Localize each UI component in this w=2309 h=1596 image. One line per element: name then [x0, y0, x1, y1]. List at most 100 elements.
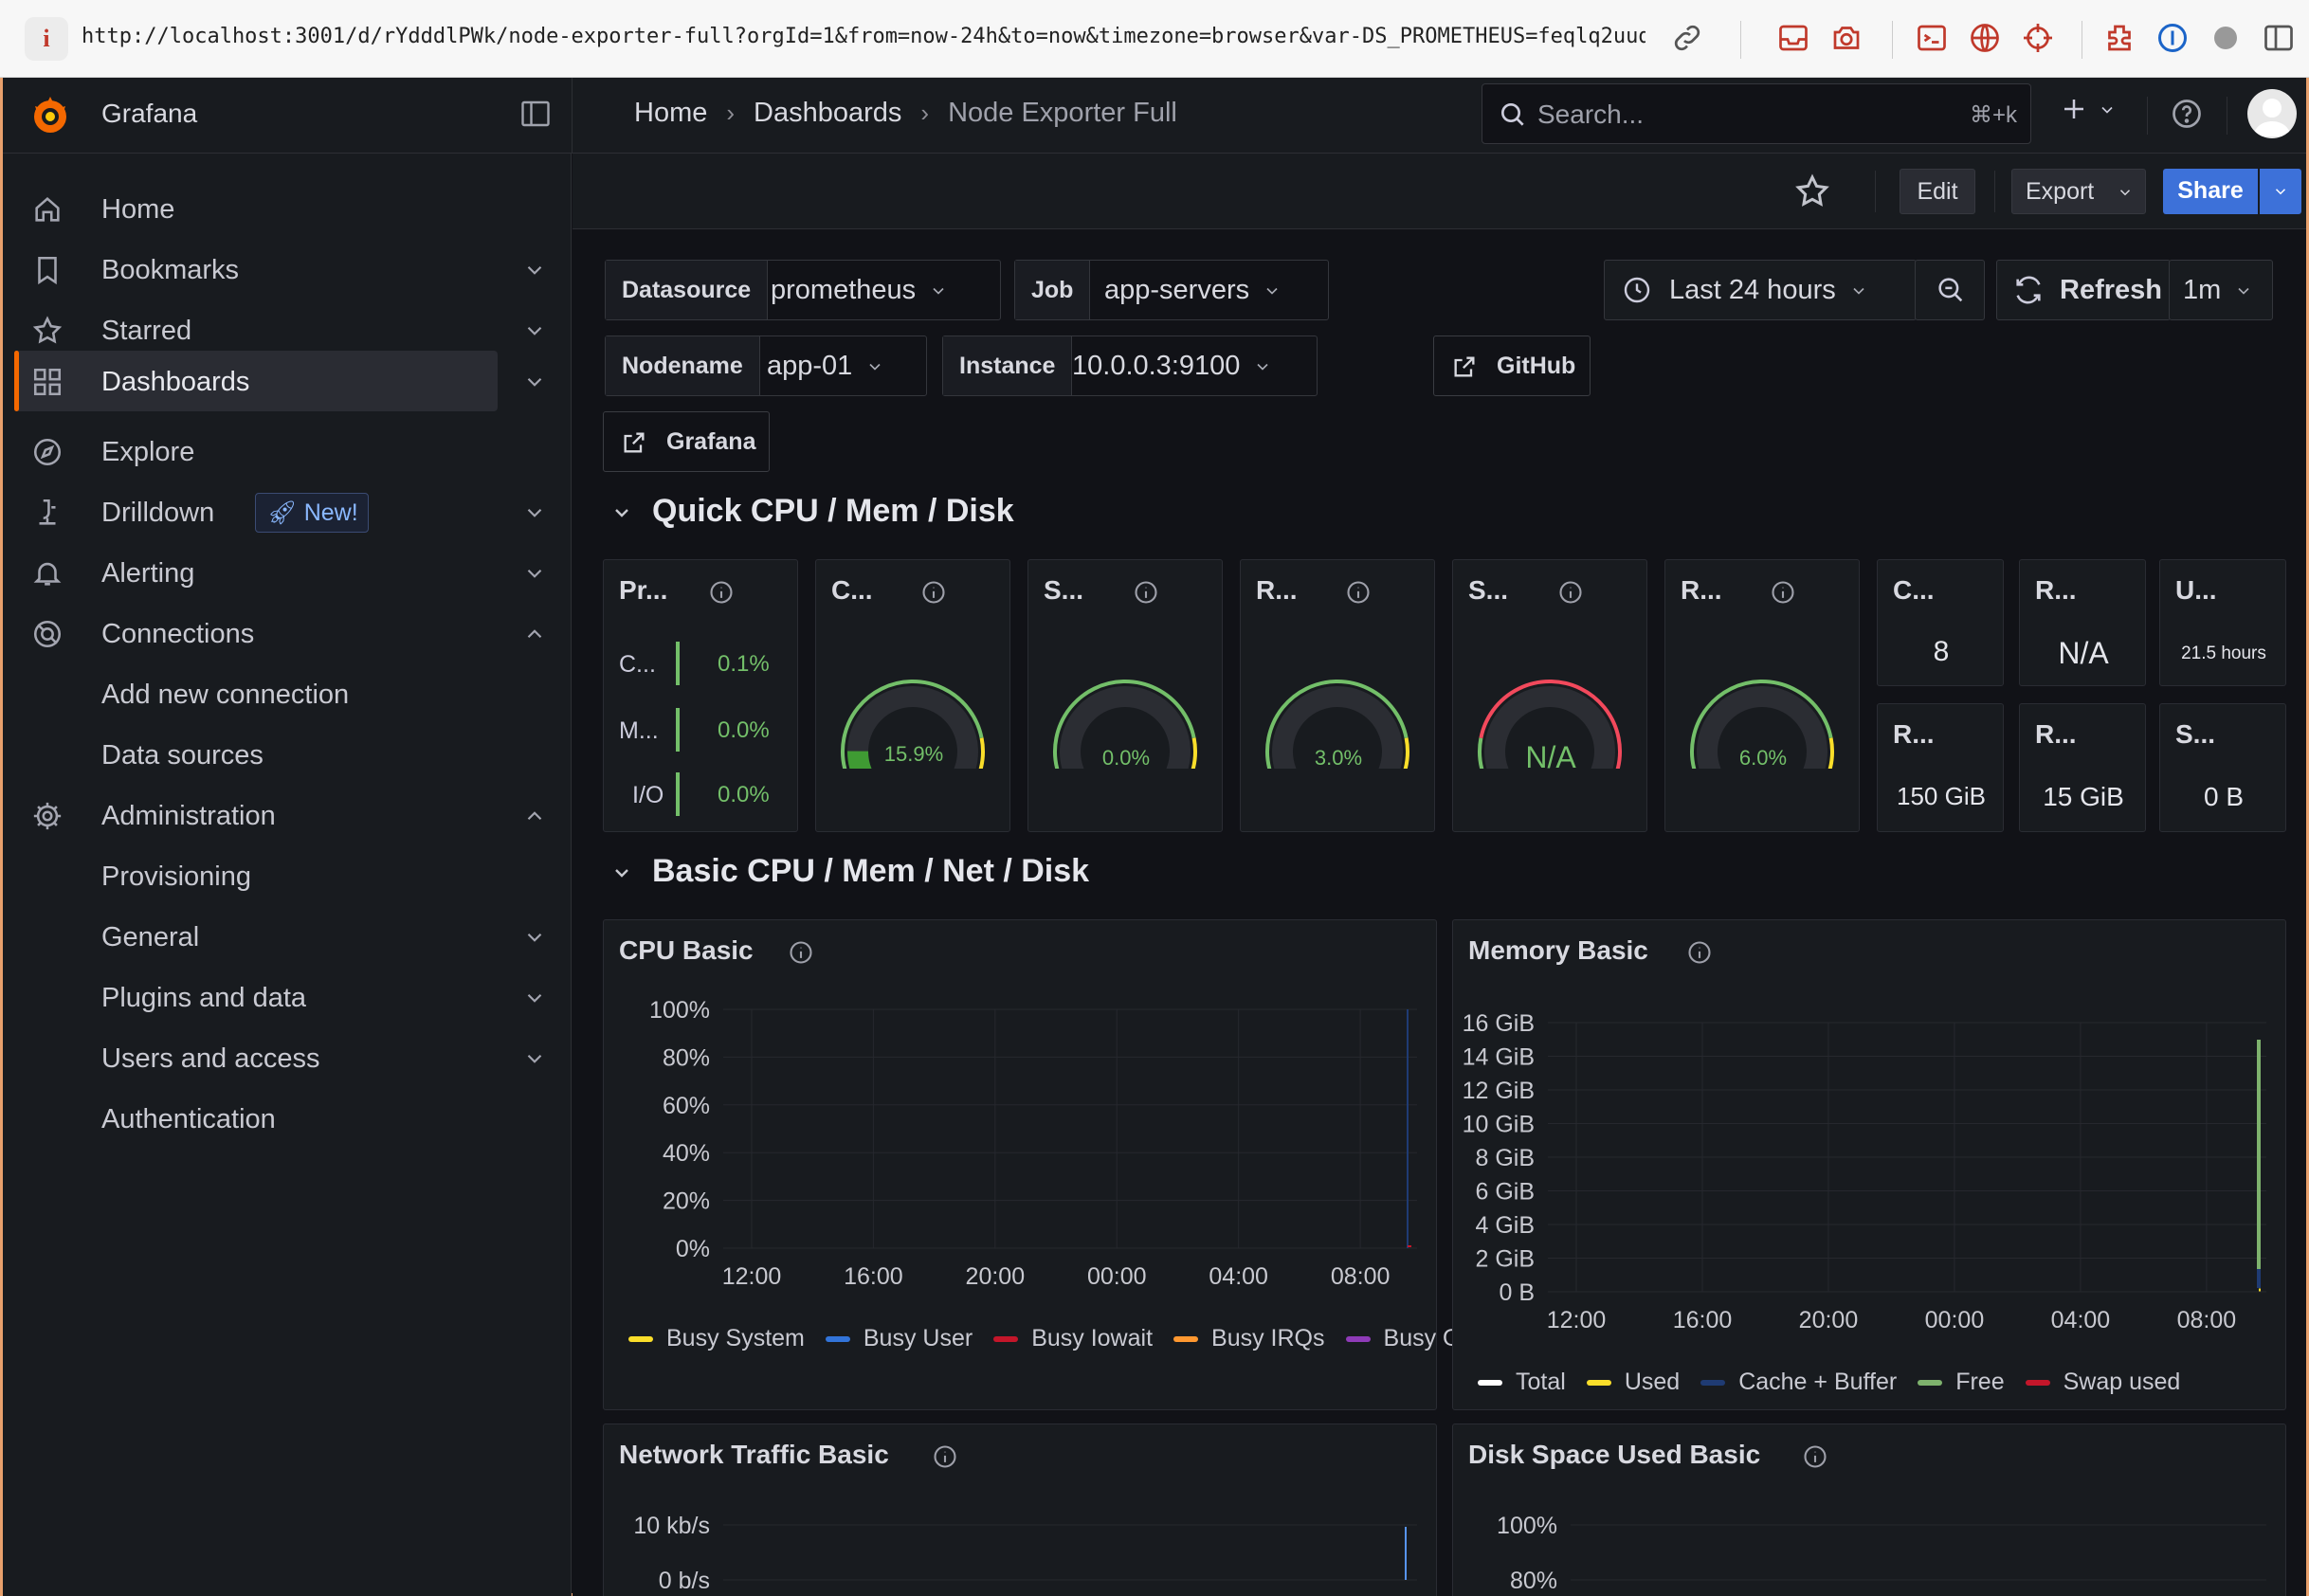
avatar[interactable]	[2247, 89, 2297, 138]
pressure-panel: Pr... C... 0.1% M... 0.0% I/O 0.0%	[603, 559, 798, 832]
site-info-icon[interactable]: i	[25, 17, 68, 61]
edit-button[interactable]: Edit	[1900, 169, 1975, 214]
row-basic-cpu-mem-net-disk[interactable]: Basic CPU / Mem / Net / Disk	[610, 853, 1089, 890]
dock-menu-icon[interactable]	[518, 97, 553, 131]
legend-item[interactable]: Used	[1586, 1360, 1680, 1404]
variable-value[interactable]: prometheus	[771, 261, 948, 319]
panel-title: Network Traffic Basic	[619, 1440, 889, 1469]
stat-value: 150 GiB	[1897, 782, 1986, 810]
camera-icon[interactable]	[1829, 21, 1864, 55]
info-icon[interactable]	[788, 939, 814, 966]
gauge-panel-root-fs-used: R... 6.0%	[1664, 559, 1860, 832]
refresh-interval-picker[interactable]: 1m	[2169, 260, 2273, 320]
sidebar-item-home[interactable]: Home	[3, 178, 572, 239]
globe-icon[interactable]	[1968, 21, 2002, 55]
sidebar-item-connections[interactable]: Connections	[3, 603, 572, 663]
legend-item[interactable]: Swap used	[2025, 1360, 2180, 1404]
sidebar-item-plugins-and-data[interactable]: Plugins and data	[3, 967, 572, 1027]
info-icon[interactable]	[1345, 579, 1372, 606]
link-icon[interactable]	[1670, 21, 1704, 55]
chevron-down-icon[interactable]	[522, 925, 547, 950]
sidebar-item-authentication[interactable]: Authentication	[3, 1088, 572, 1149]
chevron-down-icon[interactable]	[522, 500, 547, 525]
sidebar-item-administration[interactable]: Administration	[3, 785, 572, 845]
variable-nodename[interactable]: Nodename app-01	[605, 336, 927, 396]
memory-basic-chart[interactable]: 16 GiB 14 GiB 12 GiB 10 GiB 8 GiB 6 GiB 4 GiB 2…	[1453, 987, 2287, 1366]
legend-item[interactable]: Busy Iowait	[993, 1316, 1153, 1360]
variable-value[interactable]: app-01	[767, 336, 884, 395]
sidebar-item-users-and-access[interactable]: Users and access	[3, 1027, 572, 1088]
chevron-down-icon[interactable]	[522, 561, 547, 586]
row-quick-cpu-mem-disk[interactable]: Quick CPU / Mem / Disk	[610, 493, 1014, 530]
refresh-button[interactable]: Refresh	[1996, 260, 2171, 320]
info-icon[interactable]	[920, 579, 947, 606]
address-bar[interactable]: http://localhost:3001/d/rYdddlPWk/node-e…	[82, 25, 1645, 48]
sidebar-item-label: Starred	[101, 316, 192, 346]
disk-space-chart[interactable]: 100% 80%	[1453, 1491, 2287, 1596]
legend-item[interactable]: Free	[1918, 1360, 2005, 1404]
legend-item[interactable]: Busy User	[825, 1316, 973, 1360]
profile-extension-icon[interactable]	[2209, 21, 2243, 55]
legend-item[interactable]: Cache + Buffer	[1700, 1360, 1897, 1404]
sidebar-item-data-sources[interactable]: Data sources	[3, 724, 572, 785]
breadcrumb-home[interactable]: Home	[634, 98, 707, 129]
grafana-logo[interactable]	[27, 93, 73, 138]
network-traffic-chart[interactable]: 10 kb/s 0 b/s	[604, 1491, 1438, 1596]
info-icon[interactable]	[932, 1443, 958, 1470]
export-button[interactable]: Export	[2011, 169, 2146, 214]
chevron-down-icon[interactable]	[522, 986, 547, 1010]
share-button[interactable]: Share	[2163, 169, 2258, 214]
star-icon[interactable]	[1793, 172, 1831, 210]
info-icon[interactable]	[1802, 1443, 1828, 1470]
crosshair-icon[interactable]	[2021, 21, 2055, 55]
y-tick-label: 2 GiB	[1475, 1246, 1535, 1273]
info-icon[interactable]	[1557, 579, 1584, 606]
terminal-icon[interactable]	[1915, 21, 1949, 55]
info-icon[interactable]	[1770, 579, 1796, 606]
variable-instance[interactable]: Instance 10.0.0.3:9100	[942, 336, 1318, 396]
chevron-down-icon[interactable]	[522, 318, 547, 343]
zoom-out-button[interactable]	[1915, 260, 1985, 320]
breadcrumb-dashboards[interactable]: Dashboards	[754, 98, 901, 129]
password-manager-icon[interactable]	[2155, 21, 2190, 55]
search-input[interactable]: Search... ⌘+k	[1482, 83, 2031, 144]
info-icon[interactable]	[1686, 939, 1713, 966]
chevron-down-icon[interactable]	[522, 1046, 547, 1071]
variable-value[interactable]: 10.0.0.3:9100	[1072, 336, 1272, 395]
sidebar-item-explore[interactable]: Explore	[3, 421, 572, 481]
sidebar-item-label: Users and access	[101, 1043, 320, 1074]
sidebar-item-alerting[interactable]: Alerting	[3, 542, 572, 603]
variable-value[interactable]: app-servers	[1104, 261, 1282, 319]
sidebar-toggle-icon[interactable]	[2262, 21, 2296, 55]
info-icon[interactable]	[708, 579, 735, 606]
variable-job[interactable]: Job app-servers	[1014, 260, 1329, 320]
y-tick-label: 14 GiB	[1463, 1044, 1535, 1071]
extension-icon[interactable]	[2102, 21, 2136, 55]
legend-swatch	[825, 1336, 850, 1343]
sidebar-item-drilldown[interactable]: Drilldown 🚀︎ New!	[3, 481, 572, 542]
chevron-up-icon[interactable]	[522, 622, 547, 646]
sidebar-item-dashboards[interactable]: Dashboards	[14, 351, 542, 411]
grafana-link[interactable]: Grafana	[603, 411, 770, 472]
time-range-picker[interactable]: Last 24 hours	[1604, 260, 1917, 320]
sidebar-item-add-new-connection[interactable]: Add new connection	[3, 663, 572, 724]
info-icon[interactable]	[1133, 579, 1159, 606]
chevron-down-icon[interactable]	[522, 258, 547, 282]
help-icon[interactable]	[2170, 97, 2204, 131]
inbox-icon[interactable]	[1776, 21, 1810, 55]
y-tick-label: 100%	[649, 997, 710, 1024]
clock-icon	[1624, 277, 1650, 303]
sidebar-item-provisioning[interactable]: Provisioning	[3, 845, 572, 906]
stat-value: 8	[1933, 636, 1950, 667]
sidebar-item-bookmarks[interactable]: Bookmarks	[3, 239, 572, 299]
legend-item[interactable]: Busy IRQs	[1173, 1316, 1325, 1360]
sidebar-item-general[interactable]: General	[3, 906, 572, 967]
share-options-button[interactable]	[2260, 169, 2301, 214]
legend-item[interactable]: Busy System	[628, 1316, 805, 1360]
github-link[interactable]: GitHub	[1433, 336, 1591, 396]
chevron-up-icon[interactable]	[522, 804, 547, 828]
chevron-down-icon[interactable]	[522, 370, 547, 394]
cpu-basic-chart[interactable]: 100% 80% 60% 40% 20% 0% 12:00 16:00 20:00 00:00 04…	[604, 987, 1438, 1328]
variable-datasource[interactable]: Datasource prometheus	[605, 260, 1001, 320]
legend-item[interactable]: Total	[1478, 1360, 1566, 1404]
